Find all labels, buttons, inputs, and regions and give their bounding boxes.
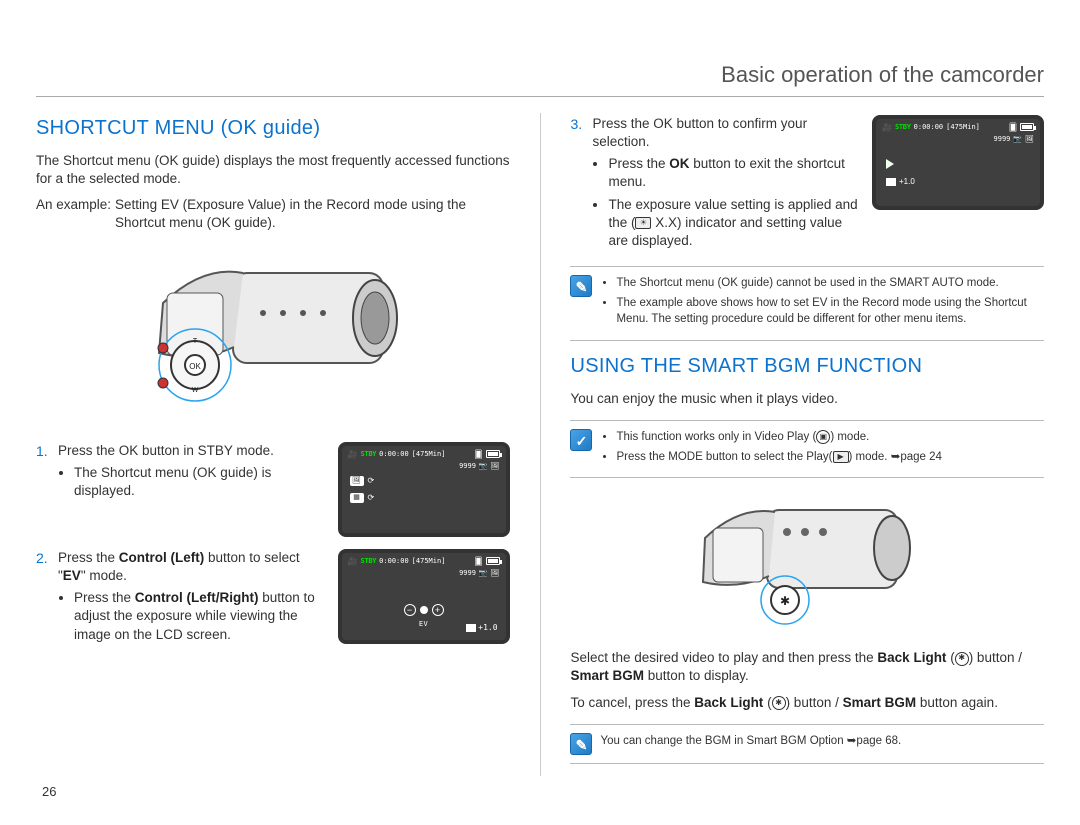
- screen1-remain: [475Min]: [412, 450, 446, 459]
- ev-value: +1.0: [466, 623, 497, 634]
- ev-slider: −+: [404, 604, 444, 616]
- video-play-mode-icon: ▣: [816, 430, 830, 444]
- bgm-intro: You can enjoy the music when it plays vi…: [570, 390, 1044, 408]
- svg-text:T: T: [193, 338, 198, 345]
- screen3-stby: STBY: [895, 123, 911, 132]
- page-number: 26: [42, 783, 56, 801]
- screen2-stby: STBY: [361, 557, 377, 566]
- note-icon: [570, 275, 592, 297]
- screen1-count: 9999: [459, 462, 476, 471]
- screen2-remain: [475Min]: [412, 557, 446, 566]
- note1-item2: The example above shows how to set EV in…: [616, 295, 1044, 327]
- note-icon-3: [570, 733, 592, 755]
- check-note-icon: [570, 429, 592, 451]
- screen3-remain: [475Min]: [946, 123, 980, 132]
- step3-bullet2: The exposure value setting is applied an…: [608, 196, 862, 251]
- screen1-time: 0:00:00: [379, 450, 409, 459]
- screen3-time: 0:00:00: [914, 123, 944, 132]
- screen3-ev: +1.0: [899, 177, 915, 188]
- screen2-count: 9999: [459, 569, 476, 578]
- screen1-stby: STBY: [361, 450, 377, 459]
- right-column: Press the OK button to confirm your sele…: [570, 115, 1044, 776]
- note-box-2: This function works only in Video Play (…: [570, 420, 1044, 478]
- ev-label: EV: [419, 620, 428, 629]
- step-2: Press the Control (Left) button to selec…: [36, 549, 510, 648]
- camcorder-illustration-1: OK T W: [36, 243, 510, 428]
- lcd-screen-1: 🎥 STBY 0:00:00 [475Min] 🂠 9999📷🖼 🖼⟳ ▦⟳: [338, 442, 510, 537]
- select-para: Select the desired video to play and the…: [570, 649, 1044, 685]
- smart-bgm-heading: USING THE SMART BGM FUNCTION: [570, 353, 1044, 380]
- note2-item1: This function works only in Video Play (…: [616, 429, 941, 445]
- shortcut-menu-heading: SHORTCUT MENU (OK guide): [36, 115, 510, 142]
- step2-main: Press the Control (Left) button to selec…: [58, 550, 300, 583]
- screen3-count: 9999: [994, 135, 1011, 144]
- step2-bullet1: Press the Control (Left/Right) button to…: [74, 589, 328, 644]
- ev-indicator-icon: ☀: [635, 217, 651, 229]
- step-1: Press the OK button in STBY mode. The Sh…: [36, 442, 510, 537]
- example-label: An example:: [36, 196, 111, 232]
- note1-item1: The Shortcut menu (OK guide) cannot be u…: [616, 275, 1044, 291]
- lcd-screen-2: 🎥 STBY 0:00:00 [475Min] 🂠 9999📷🖼 −+ EV +…: [338, 549, 510, 644]
- note3-text: You can change the BGM in Smart BGM Opti…: [600, 733, 1044, 755]
- column-divider: [540, 113, 541, 776]
- step3-main: Press the OK button to confirm your sele…: [592, 116, 807, 149]
- svg-text:W: W: [191, 387, 198, 394]
- svg-text:OK: OK: [189, 362, 201, 371]
- backlight-icon: ✱: [955, 652, 969, 666]
- lcd-screen-3: 🎥 STBY 0:00:00 [475Min] 🂠 9999📷🖼 +1.0: [872, 115, 1044, 210]
- note-box-1: The Shortcut menu (OK guide) cannot be u…: [570, 266, 1044, 340]
- play-icon: [886, 159, 894, 169]
- screen2-time: 0:00:00: [379, 557, 409, 566]
- step-3: Press the OK button to confirm your sele…: [570, 115, 1044, 255]
- example-text: Setting EV (Exposure Value) in the Recor…: [115, 196, 509, 232]
- left-column: SHORTCUT MENU (OK guide) The Shortcut me…: [36, 115, 510, 776]
- note-box-3: You can change the BGM in Smart BGM Opti…: [570, 724, 1044, 764]
- page-header-title: Basic operation of the camcorder: [36, 60, 1044, 97]
- camcorder-illustration-2: ✱: [570, 490, 1044, 635]
- example-note: An example: Setting EV (Exposure Value) …: [36, 196, 510, 232]
- step1-main: Press the OK button in STBY mode.: [58, 443, 274, 458]
- cancel-para: To cancel, press the Back Light (✱) butt…: [570, 694, 1044, 712]
- note2-item2: Press the MODE button to select the Play…: [616, 449, 941, 465]
- backlight-icon-2: ✱: [772, 696, 786, 710]
- shortcut-intro: The Shortcut menu (OK guide) displays th…: [36, 152, 510, 188]
- play-mode-icon: ▶: [833, 451, 849, 463]
- step3-bullet1: Press the OK button to exit the shortcut…: [608, 155, 862, 191]
- step1-bullet1: The Shortcut menu (OK guide) is displaye…: [74, 464, 328, 500]
- svg-text:✱: ✱: [780, 594, 790, 608]
